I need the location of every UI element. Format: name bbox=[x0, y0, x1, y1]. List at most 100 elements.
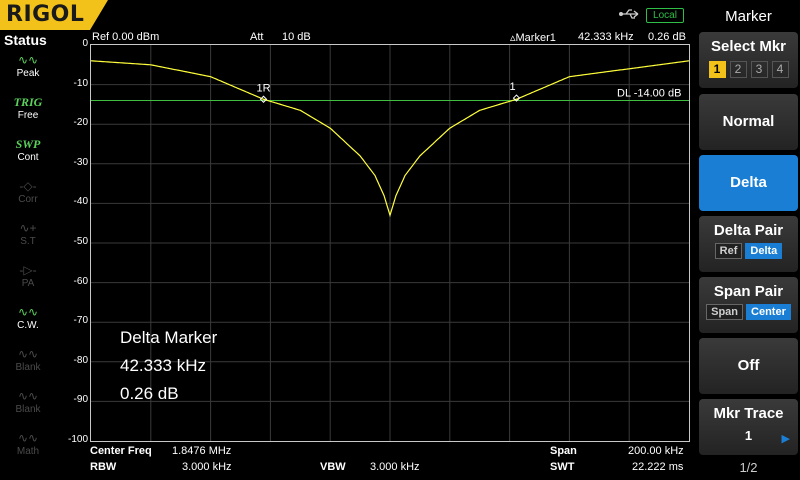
status-item-label: Blank bbox=[15, 404, 41, 415]
span-pair-softkey[interactable]: Span Pair Span Center bbox=[699, 277, 798, 333]
menu-page-indicator[interactable]: 1/2 bbox=[697, 460, 800, 475]
usb-icon bbox=[619, 9, 639, 19]
span-pair-center-option[interactable]: Center bbox=[746, 304, 791, 320]
center-freq-value: 1.8476 MHz bbox=[172, 445, 232, 457]
delta-pair-ref-option[interactable]: Ref bbox=[714, 243, 743, 259]
marker-1r-label: 1R bbox=[257, 82, 271, 94]
vbw-label: VBW bbox=[320, 461, 346, 473]
status-item-blank: ∿∿ Blank bbox=[6, 390, 50, 422]
marker-freq: 42.333 kHz bbox=[578, 31, 634, 43]
status-item-label: S.T bbox=[20, 236, 36, 247]
marker-1-label: 1 bbox=[509, 81, 515, 93]
delta-marker-title: Delta Marker bbox=[120, 328, 218, 347]
status-item-cont: SWP Cont bbox=[6, 138, 50, 170]
y-tick-label: -40 bbox=[73, 196, 88, 208]
y-tick-label: -70 bbox=[73, 315, 88, 327]
select-mkr-softkey[interactable]: Select Mkr 1234 bbox=[699, 32, 798, 88]
status-item-label: Math bbox=[16, 446, 40, 457]
status-glyph-icon: ∿∿ bbox=[17, 305, 39, 319]
status-glyph-icon: TRIG bbox=[13, 95, 43, 109]
delta-label: Delta bbox=[730, 174, 767, 191]
delta-softkey[interactable]: Delta bbox=[699, 155, 798, 211]
off-label: Off bbox=[737, 357, 760, 374]
display-line-label: DL -14.00 dB bbox=[617, 87, 681, 99]
ref-level: Ref 0.00 dBm bbox=[92, 31, 160, 43]
softkey-menu: Marker Select Mkr 1234 Normal Delta Delt… bbox=[697, 0, 800, 480]
remote-status-badge: Local bbox=[646, 8, 684, 23]
span-pair-options: Span Center bbox=[699, 304, 798, 320]
y-tick-label: -20 bbox=[73, 117, 88, 129]
y-tick-label: -50 bbox=[73, 236, 88, 247]
rbw-label: RBW bbox=[90, 461, 117, 473]
status-item-st: ∿+ S.T bbox=[6, 222, 50, 254]
delta-pair-softkey[interactable]: Delta Pair Ref Delta bbox=[699, 216, 798, 272]
marker-number-selector: 1234 bbox=[699, 61, 798, 78]
mkr-trace-softkey[interactable]: Mkr Trace 1 ▶ bbox=[699, 399, 798, 455]
arrow-right-icon: ▶ bbox=[781, 433, 790, 445]
swt-value: 22.222 ms bbox=[632, 461, 684, 473]
status-item-label: Corr bbox=[18, 194, 38, 205]
status-item-math: ∿∿ Math bbox=[6, 432, 50, 464]
y-tick-label: -80 bbox=[73, 354, 88, 366]
status-glyph-icon: -◇- bbox=[19, 179, 37, 193]
menu-title: Marker bbox=[725, 8, 772, 25]
status-item-blank: ∿∿ Blank bbox=[6, 348, 50, 380]
center-freq-label: Center Freq bbox=[90, 445, 152, 457]
y-tick-label: -10 bbox=[73, 77, 88, 89]
y-tick-label: -90 bbox=[73, 394, 88, 406]
span-pair-span-option[interactable]: Span bbox=[706, 304, 744, 320]
span-label: Span bbox=[550, 445, 577, 457]
status-item-corr: -◇- Corr bbox=[6, 180, 50, 212]
delta-pair-label: Delta Pair bbox=[713, 222, 784, 239]
status-title: Status bbox=[4, 32, 47, 48]
delta-marker-freq: 42.333 kHz bbox=[120, 356, 206, 375]
off-softkey[interactable]: Off bbox=[699, 338, 798, 394]
mkr-trace-label: Mkr Trace bbox=[713, 405, 784, 422]
status-item-peak: ∿∿ Peak bbox=[6, 54, 50, 86]
status-glyph-icon: ∿∿ bbox=[17, 53, 39, 67]
status-glyph-icon: ∿∿ bbox=[17, 431, 39, 445]
brand-logo-text: RIGOL bbox=[6, 2, 85, 27]
status-item-label: Blank bbox=[15, 362, 41, 373]
status-item-pa: -▷- PA bbox=[6, 264, 50, 296]
status-glyph-icon: ∿+ bbox=[19, 221, 37, 235]
normal-label: Normal bbox=[722, 113, 775, 130]
status-item-label: PA bbox=[21, 278, 35, 289]
status-glyph-icon: -▷- bbox=[19, 263, 37, 277]
status-item-label: Free bbox=[17, 110, 39, 121]
y-tick-label: -60 bbox=[73, 275, 88, 287]
status-glyph-icon: ∿∿ bbox=[17, 347, 39, 361]
status-item-label: Peak bbox=[16, 68, 40, 79]
status-glyph-icon: ∿∿ bbox=[17, 389, 39, 403]
delta-marker-readout: Delta Marker 42.333 kHz 0.26 dB bbox=[120, 324, 217, 408]
status-item-cw: ∿∿ C.W. bbox=[6, 306, 50, 338]
status-panel: Status ∿∿ Peak TRIG Free SWP Cont -◇- Corr ∿+ S.T… bbox=[0, 30, 55, 480]
select-mkr-label: Select Mkr bbox=[710, 38, 787, 55]
marker-2-option[interactable]: 2 bbox=[729, 61, 747, 78]
marker-4-option[interactable]: 4 bbox=[771, 61, 789, 78]
normal-softkey[interactable]: Normal bbox=[699, 94, 798, 150]
measurement-footer: Center Freq 1.8476 MHz Span 200.00 kHz R… bbox=[90, 444, 690, 480]
rbw-value: 3.000 kHz bbox=[182, 461, 232, 473]
marker-1-option[interactable]: 1 bbox=[708, 61, 726, 78]
delta-pair-options: Ref Delta bbox=[699, 243, 798, 259]
status-item-label: C.W. bbox=[17, 320, 39, 331]
swt-label: SWT bbox=[550, 461, 575, 473]
status-item-free: TRIG Free bbox=[6, 96, 50, 128]
y-tick-label: -100 bbox=[67, 434, 88, 445]
span-pair-label: Span Pair bbox=[713, 283, 784, 300]
plot-header: Ref 0.00 dBm Att 10 dB ▵Marker1 42.333 k… bbox=[90, 30, 690, 44]
brand-logo: RIGOL bbox=[0, 0, 108, 30]
vbw-value: 3.000 kHz bbox=[370, 461, 420, 473]
y-tick-label: -30 bbox=[73, 156, 88, 168]
delta-marker-amp: 0.26 dB bbox=[120, 384, 179, 403]
y-tick-label: 0 bbox=[82, 38, 88, 49]
status-glyph-icon: SWP bbox=[15, 137, 41, 151]
status-item-label: Cont bbox=[17, 152, 39, 163]
span-value: 200.00 kHz bbox=[628, 445, 684, 457]
att-label: Att bbox=[250, 31, 264, 43]
marker-amp: 0.26 dB bbox=[648, 31, 686, 43]
marker-3-option[interactable]: 3 bbox=[750, 61, 768, 78]
delta-pair-delta-option[interactable]: Delta bbox=[745, 243, 783, 259]
att-value: 10 dB bbox=[282, 31, 311, 43]
